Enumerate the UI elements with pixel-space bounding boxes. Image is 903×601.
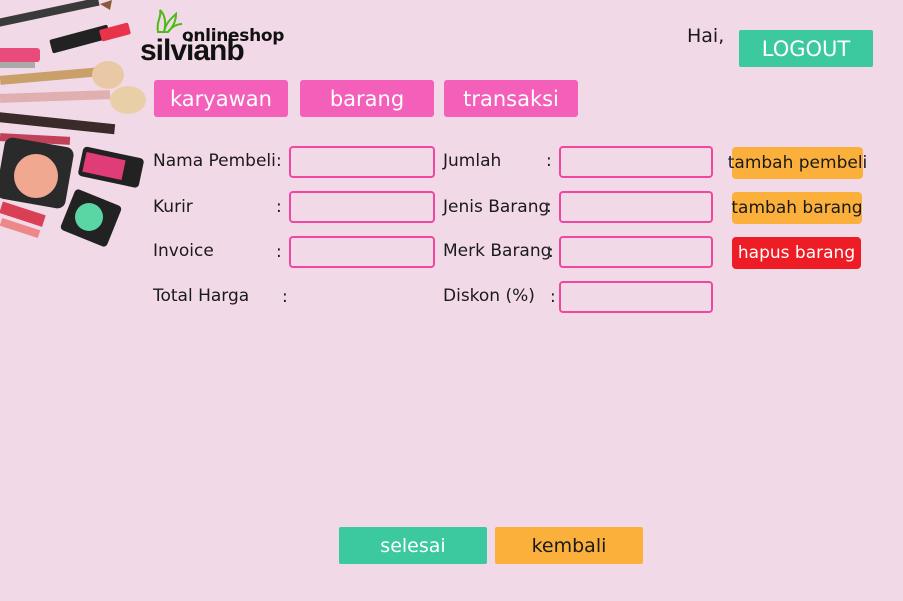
jenis-barang-colon: : [546, 197, 552, 217]
logout-button[interactable]: LOGOUT [739, 30, 873, 67]
jumlah-input[interactable] [559, 146, 713, 178]
total-harga-colon: : [282, 287, 288, 307]
hapus-barang-button[interactable]: hapus barang [732, 237, 861, 269]
diskon-input[interactable] [559, 281, 713, 313]
nama-pembeli-colon: : [276, 151, 282, 171]
jumlah-label: Jumlah [443, 151, 502, 171]
logo-brand-name: silvianb [140, 34, 245, 67]
greeting-text: Hai, [687, 25, 725, 47]
invoice-colon: : [276, 242, 282, 262]
diskon-colon: : [550, 287, 556, 307]
nav-tab-barang[interactable]: barang [300, 80, 434, 117]
kurir-colon: : [276, 197, 282, 217]
nama-pembeli-input[interactable] [289, 146, 435, 178]
kurir-label: Kurir [153, 197, 193, 217]
brand-logo: onlineshop silvianb [140, 8, 284, 68]
tambah-pembeli-button[interactable]: tambah pembeli [728, 147, 867, 179]
makeup-illustration-icon [0, 0, 146, 247]
kembali-button[interactable]: kembali [495, 527, 643, 564]
nav-tab-transaksi[interactable]: transaksi [444, 80, 578, 117]
total-harga-label: Total Harga [153, 286, 250, 306]
nav-tab-karyawan[interactable]: karyawan [154, 80, 288, 117]
invoice-input[interactable] [289, 236, 435, 268]
merk-barang-colon: : [548, 242, 554, 262]
jumlah-colon: : [546, 151, 552, 171]
merk-barang-input[interactable] [559, 236, 713, 268]
jenis-barang-input[interactable] [559, 191, 713, 223]
merk-barang-label: Merk Barang [443, 241, 552, 261]
diskon-label: Diskon (%) [443, 286, 535, 306]
leaf-logo-icon [156, 9, 183, 33]
kurir-input[interactable] [289, 191, 435, 223]
selesai-button[interactable]: selesai [339, 527, 487, 564]
jenis-barang-label: Jenis Barang [443, 197, 550, 217]
tambah-barang-button[interactable]: tambah barang [731, 192, 863, 224]
nama-pembeli-label: Nama Pembeli [153, 151, 276, 171]
invoice-label: Invoice [153, 241, 214, 261]
app-window: onlineshop silvianb Hai, LOGOUT karyawan… [0, 0, 903, 601]
